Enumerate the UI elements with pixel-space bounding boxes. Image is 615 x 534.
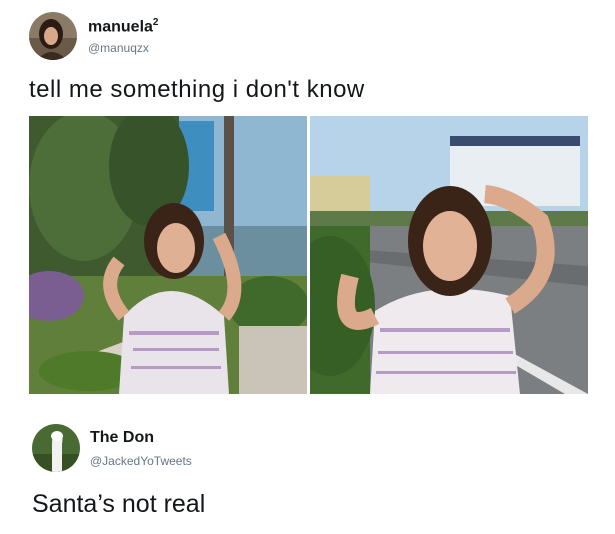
display-name-2[interactable]: The Don [90, 429, 154, 447]
display-name-text: manuela [88, 18, 153, 36]
avatar-manuela[interactable] [29, 12, 77, 60]
tweet-photo-2[interactable] [310, 116, 588, 394]
user-avatar-photo-icon [29, 12, 77, 60]
tweet-text-2: Santa’s not real [32, 490, 206, 518]
tweet-text: tell me something i don't know [29, 76, 365, 103]
user-avatar-llama-icon [32, 424, 80, 472]
user-handle-2[interactable]: @JackedYoTweets [90, 454, 192, 468]
display-name[interactable]: manuela2 [88, 17, 158, 36]
photo-girl-posing-garden-icon [29, 116, 307, 394]
tweet-photo-1[interactable] [29, 116, 307, 394]
avatar-the-don[interactable] [32, 424, 80, 472]
user-handle[interactable]: @manuqzx [88, 41, 149, 55]
name-superscript: 2 [152, 17, 159, 28]
photo-girl-posing-road-icon [310, 116, 588, 394]
